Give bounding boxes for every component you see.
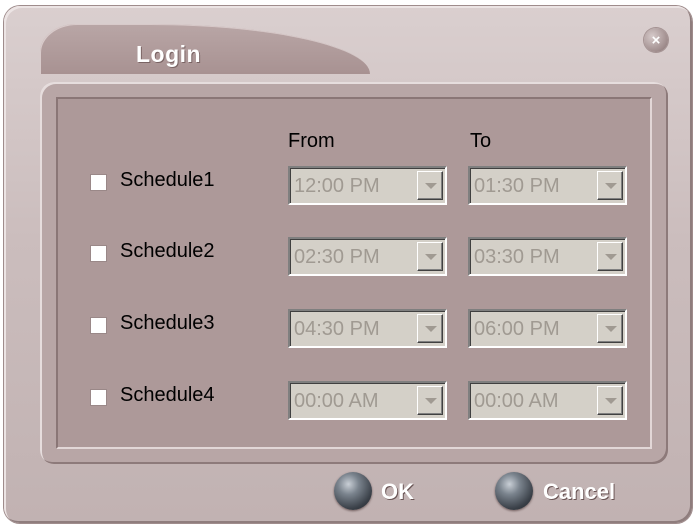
schedule2-label: Schedule2	[120, 240, 215, 262]
chevron-down-icon[interactable]	[597, 242, 623, 271]
schedule4-label: Schedule4	[120, 384, 215, 406]
close-button[interactable]: ×	[644, 28, 668, 52]
from-column-header: From	[288, 130, 335, 152]
schedule1-from-select[interactable]: 12:00 PM	[288, 166, 447, 205]
to-column-header: To	[470, 130, 492, 152]
chevron-down-icon[interactable]	[597, 314, 623, 343]
schedule3-from-value: 04:30 PM	[294, 318, 380, 340]
chevron-down-icon[interactable]	[417, 242, 443, 271]
schedule4-from-select[interactable]: 00:00 AM	[288, 381, 447, 420]
chevron-down-icon[interactable]	[417, 314, 443, 343]
chevron-down-icon[interactable]	[417, 171, 443, 200]
chevron-down-icon[interactable]	[597, 171, 623, 200]
schedule2-to-select[interactable]: 03:30 PM	[468, 237, 627, 276]
ok-button-orb[interactable]	[334, 472, 372, 510]
schedule1-to-select[interactable]: 01:30 PM	[468, 166, 627, 205]
schedule2-to-value: 03:30 PM	[474, 246, 560, 268]
schedule1-label: Schedule1	[120, 169, 215, 191]
schedule1-to-value: 01:30 PM	[474, 175, 560, 197]
schedule4-checkbox[interactable]	[90, 389, 107, 406]
dialog-title: Login	[136, 41, 202, 67]
schedule3-label: Schedule3	[120, 312, 215, 334]
ok-button[interactable]: OK	[381, 479, 414, 505]
schedule2-checkbox[interactable]	[90, 245, 107, 262]
schedule4-to-select[interactable]: 00:00 AM	[468, 381, 627, 420]
close-icon: ×	[651, 31, 661, 49]
schedule3-from-select[interactable]: 04:30 PM	[288, 309, 447, 348]
schedule1-from-value: 12:00 PM	[294, 175, 380, 197]
schedule2-from-select[interactable]: 02:30 PM	[288, 237, 447, 276]
chevron-down-icon[interactable]	[417, 386, 443, 415]
cancel-button-orb[interactable]	[495, 472, 533, 510]
chevron-down-icon[interactable]	[597, 386, 623, 415]
schedule3-to-select[interactable]: 06:00 PM	[468, 309, 627, 348]
schedule3-to-value: 06:00 PM	[474, 318, 560, 340]
schedule2-from-value: 02:30 PM	[294, 246, 380, 268]
cancel-button[interactable]: Cancel	[543, 479, 615, 505]
schedule4-to-value: 00:00 AM	[474, 390, 559, 412]
schedule1-checkbox[interactable]	[90, 174, 107, 191]
schedule4-from-value: 00:00 AM	[294, 390, 379, 412]
schedule3-checkbox[interactable]	[90, 317, 107, 334]
